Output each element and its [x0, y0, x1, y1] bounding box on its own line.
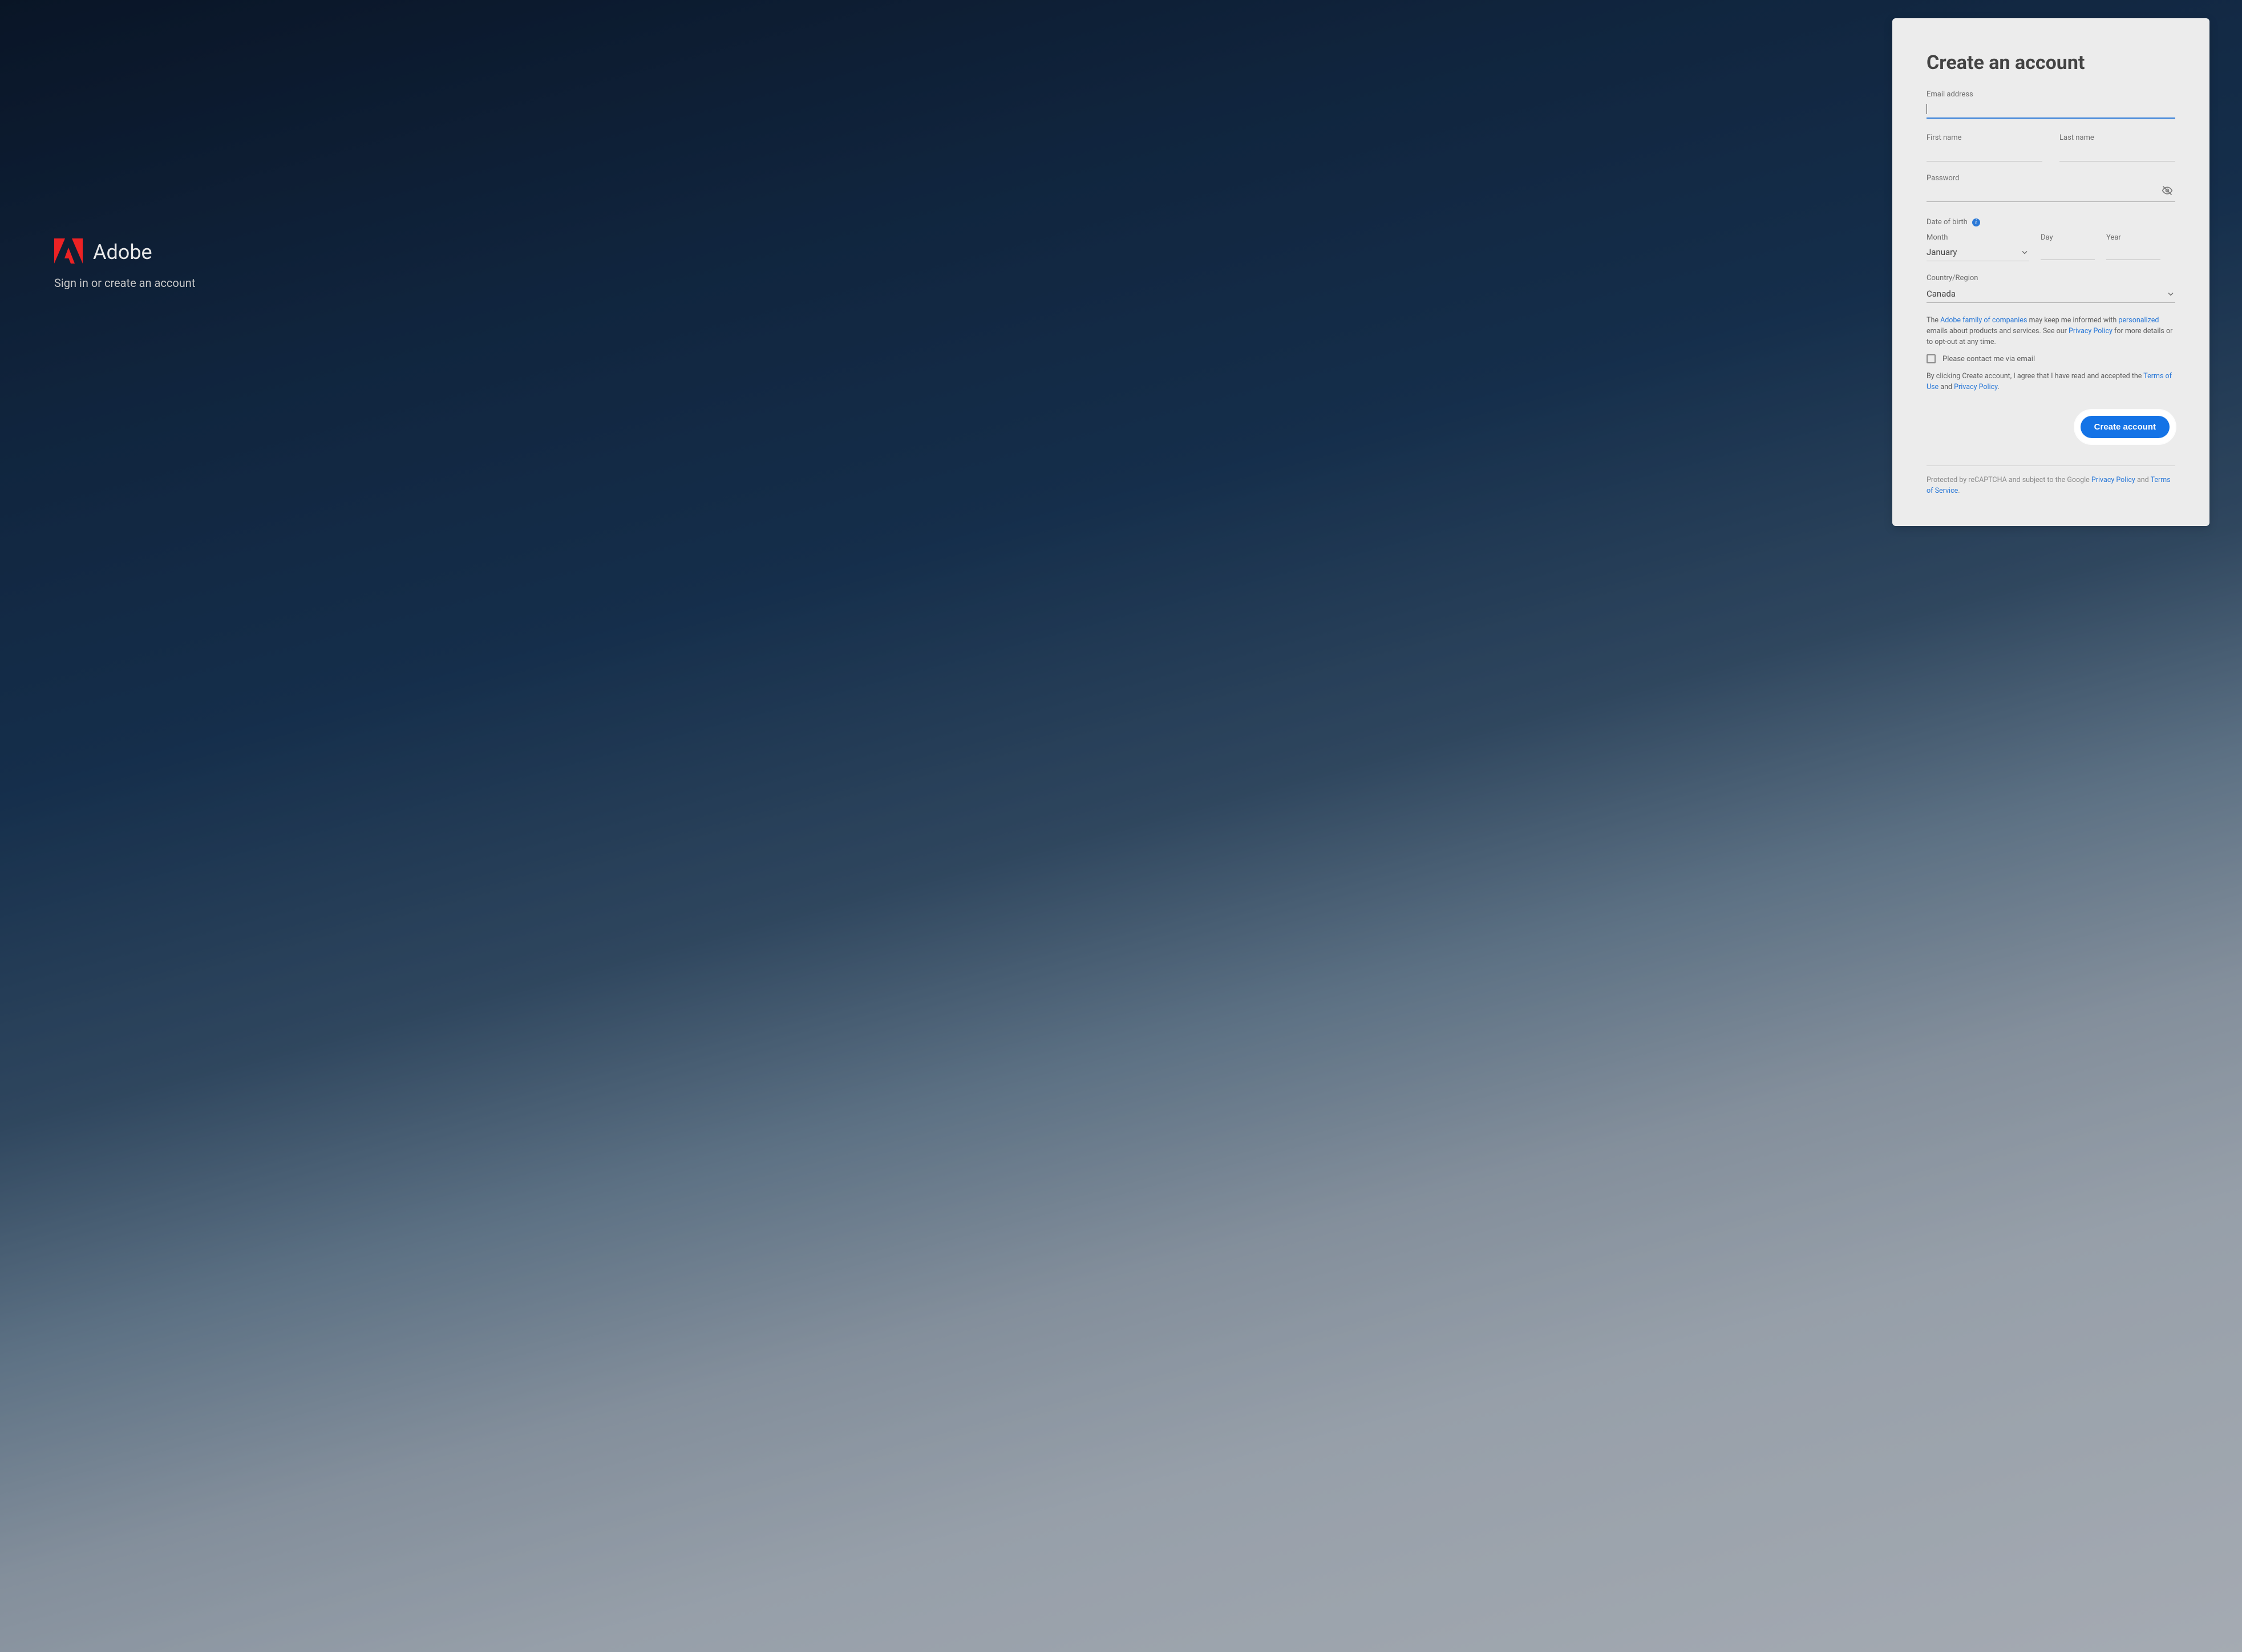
contact-checkbox-label: Please contact me via email [1942, 355, 2035, 363]
month-select[interactable]: January [1927, 244, 2029, 261]
last-name-label: Last name [2059, 133, 2175, 142]
dob-label: Date of birth [1927, 218, 1968, 226]
brand-name: Adobe [93, 240, 152, 264]
personalized-link[interactable]: personalized [2118, 316, 2159, 325]
privacy-policy-link[interactable]: Privacy Policy [2069, 327, 2113, 335]
create-account-button[interactable]: Create account [2081, 416, 2170, 438]
first-name-input[interactable] [1927, 145, 2042, 161]
password-label: Password [1927, 174, 2175, 183]
month-label: Month [1927, 233, 2029, 242]
password-input[interactable] [1927, 186, 2175, 202]
create-account-card: Create an account Email address First na… [1892, 18, 2209, 526]
last-name-input[interactable] [2059, 145, 2175, 161]
brand-subtitle: Sign in or create an account [54, 276, 195, 290]
agreement-text: By clicking Create account, I agree that… [1927, 371, 2175, 393]
privacy-policy-link-2[interactable]: Privacy Policy [1954, 383, 1997, 391]
chevron-down-icon [2021, 247, 2028, 258]
divider [1927, 465, 2175, 466]
google-privacy-link[interactable]: Privacy Policy [2091, 476, 2135, 484]
year-input[interactable] [2106, 244, 2160, 260]
visibility-off-icon[interactable] [2162, 185, 2173, 199]
country-select[interactable]: Canada [1927, 286, 2175, 303]
adobe-companies-link[interactable]: Adobe family of companies [1940, 316, 2027, 325]
info-icon[interactable]: i [1972, 218, 1980, 226]
day-label: Day [2041, 233, 2095, 242]
email-input[interactable] [1927, 102, 2175, 119]
day-input[interactable] [2041, 244, 2095, 260]
brand-panel: Adobe Sign in or create an account [54, 238, 195, 290]
year-label: Year [2106, 233, 2160, 242]
first-name-label: First name [1927, 133, 2042, 142]
marketing-text: The Adobe family of companies may keep m… [1927, 315, 2175, 347]
country-label: Country/Region [1927, 274, 2175, 282]
contact-checkbox[interactable] [1927, 354, 1936, 363]
adobe-logo-icon [54, 238, 83, 266]
submit-highlight: Create account [2075, 410, 2175, 444]
email-label: Email address [1927, 90, 2175, 99]
chevron-down-icon [2167, 289, 2174, 299]
recaptcha-text: Protected by reCAPTCHA and subject to th… [1927, 475, 2175, 497]
form-title: Create an account [1927, 51, 2175, 74]
